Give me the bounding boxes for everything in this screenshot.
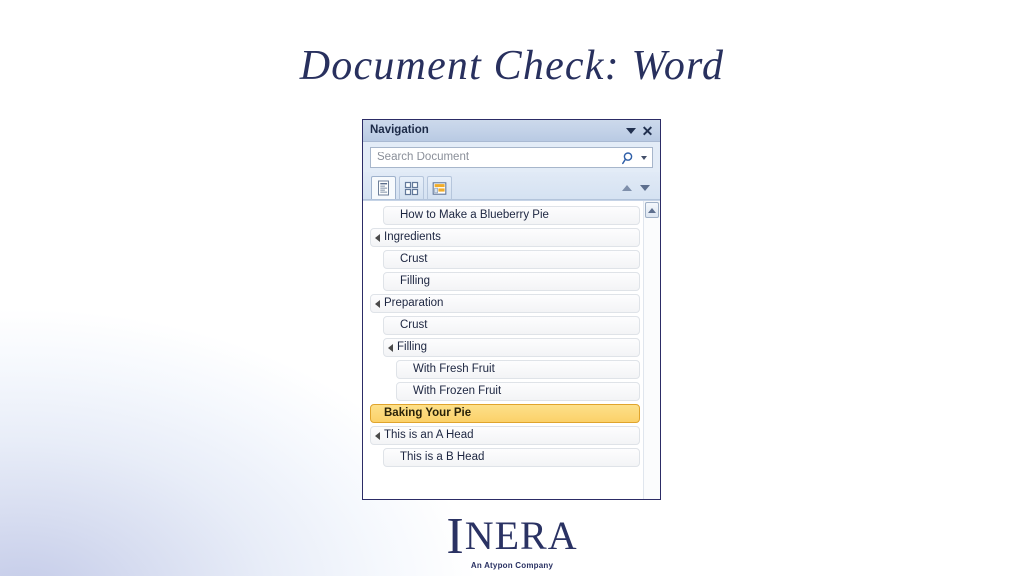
headings-list-icon [377, 180, 389, 196]
scroll-up-arrow-icon [648, 207, 656, 213]
previous-heading-button[interactable] [618, 177, 636, 199]
heading-node-label: How to Make a Blueberry Pie [400, 208, 549, 221]
scrollbar-track[interactable] [644, 218, 660, 499]
inera-logo: INERA An Atypon Company [0, 511, 1024, 570]
heading-node[interactable]: Crust [383, 316, 640, 335]
navigation-tab-strip [363, 172, 660, 200]
heading-node-label: Ingredients [384, 230, 441, 243]
heading-node[interactable]: This is a B Head [383, 448, 640, 467]
navigation-pane-titlebar: Navigation ✕ [363, 120, 660, 142]
tab-pages[interactable] [399, 176, 424, 199]
scroll-up-button[interactable] [645, 202, 659, 218]
navigation-pane-title: Navigation [370, 123, 429, 136]
next-heading-button[interactable] [636, 177, 654, 199]
heading-node-label: Baking Your Pie [384, 406, 472, 419]
caret-down-icon [625, 127, 636, 134]
heading-node[interactable]: This is an A Head [370, 426, 640, 445]
search-results-icon [432, 181, 447, 195]
collapse-triangle-icon[interactable] [371, 233, 384, 242]
tab-results[interactable] [427, 176, 452, 199]
heading-tree: How to Make a Blueberry Pie Ingredients Cr… [363, 201, 643, 499]
heading-node-label: This is a B Head [400, 450, 485, 463]
heading-node[interactable]: Filling [383, 338, 640, 357]
slide-background: Document Check: Word Navigation ✕ Search… [0, 0, 1024, 576]
word-navigation-pane: Navigation ✕ Search Document How to Make… [362, 119, 661, 500]
heading-node-label: Crust [400, 318, 428, 331]
collapse-triangle-icon[interactable] [384, 343, 397, 352]
logo-initial: I [446, 508, 465, 565]
navigation-pane-body: How to Make a Blueberry Pie Ingredients Cr… [363, 200, 660, 499]
heading-node[interactable]: Baking Your Pie [370, 404, 640, 423]
close-icon: ✕ [641, 122, 654, 139]
heading-node[interactable]: How to Make a Blueberry Pie [383, 206, 640, 225]
heading-node-label: Crust [400, 252, 428, 265]
collapse-triangle-icon[interactable] [371, 431, 384, 440]
pane-close-button[interactable]: ✕ [639, 122, 656, 139]
thumbnail-grid-icon [404, 181, 419, 195]
vertical-scrollbar[interactable] [643, 201, 660, 499]
logo-tagline: An Atypon Company [470, 560, 554, 570]
tab-headings[interactable] [371, 176, 396, 199]
heading-node[interactable]: Preparation [370, 294, 640, 313]
heading-node-label: This is an A Head [384, 428, 474, 441]
search-options-caret-icon[interactable] [641, 155, 647, 160]
heading-node[interactable]: With Fresh Fruit [396, 360, 640, 379]
heading-node-label: Preparation [384, 296, 444, 309]
logo-rest: NERA [464, 513, 578, 558]
triangle-up-icon [622, 185, 632, 191]
heading-node[interactable]: With Frozen Fruit [396, 382, 640, 401]
collapse-triangle-icon[interactable] [371, 299, 384, 308]
pane-options-button[interactable] [622, 122, 639, 139]
heading-node-label: Filling [400, 274, 431, 287]
logo-wordmark: INERA [446, 511, 578, 563]
heading-node[interactable]: Crust [383, 250, 640, 269]
search-placeholder: Search Document [377, 151, 470, 163]
magnifier-icon[interactable] [622, 151, 636, 165]
heading-node-label: With Frozen Fruit [413, 384, 502, 397]
triangle-down-icon [640, 185, 650, 191]
heading-node[interactable]: Filling [383, 272, 640, 291]
search-row: Search Document [363, 142, 660, 172]
page-title: Document Check: Word [299, 43, 725, 89]
heading-node-label: With Fresh Fruit [413, 362, 495, 375]
heading-node[interactable]: Ingredients [370, 228, 640, 247]
search-input[interactable]: Search Document [370, 147, 653, 168]
heading-node-label: Filling [397, 340, 428, 353]
